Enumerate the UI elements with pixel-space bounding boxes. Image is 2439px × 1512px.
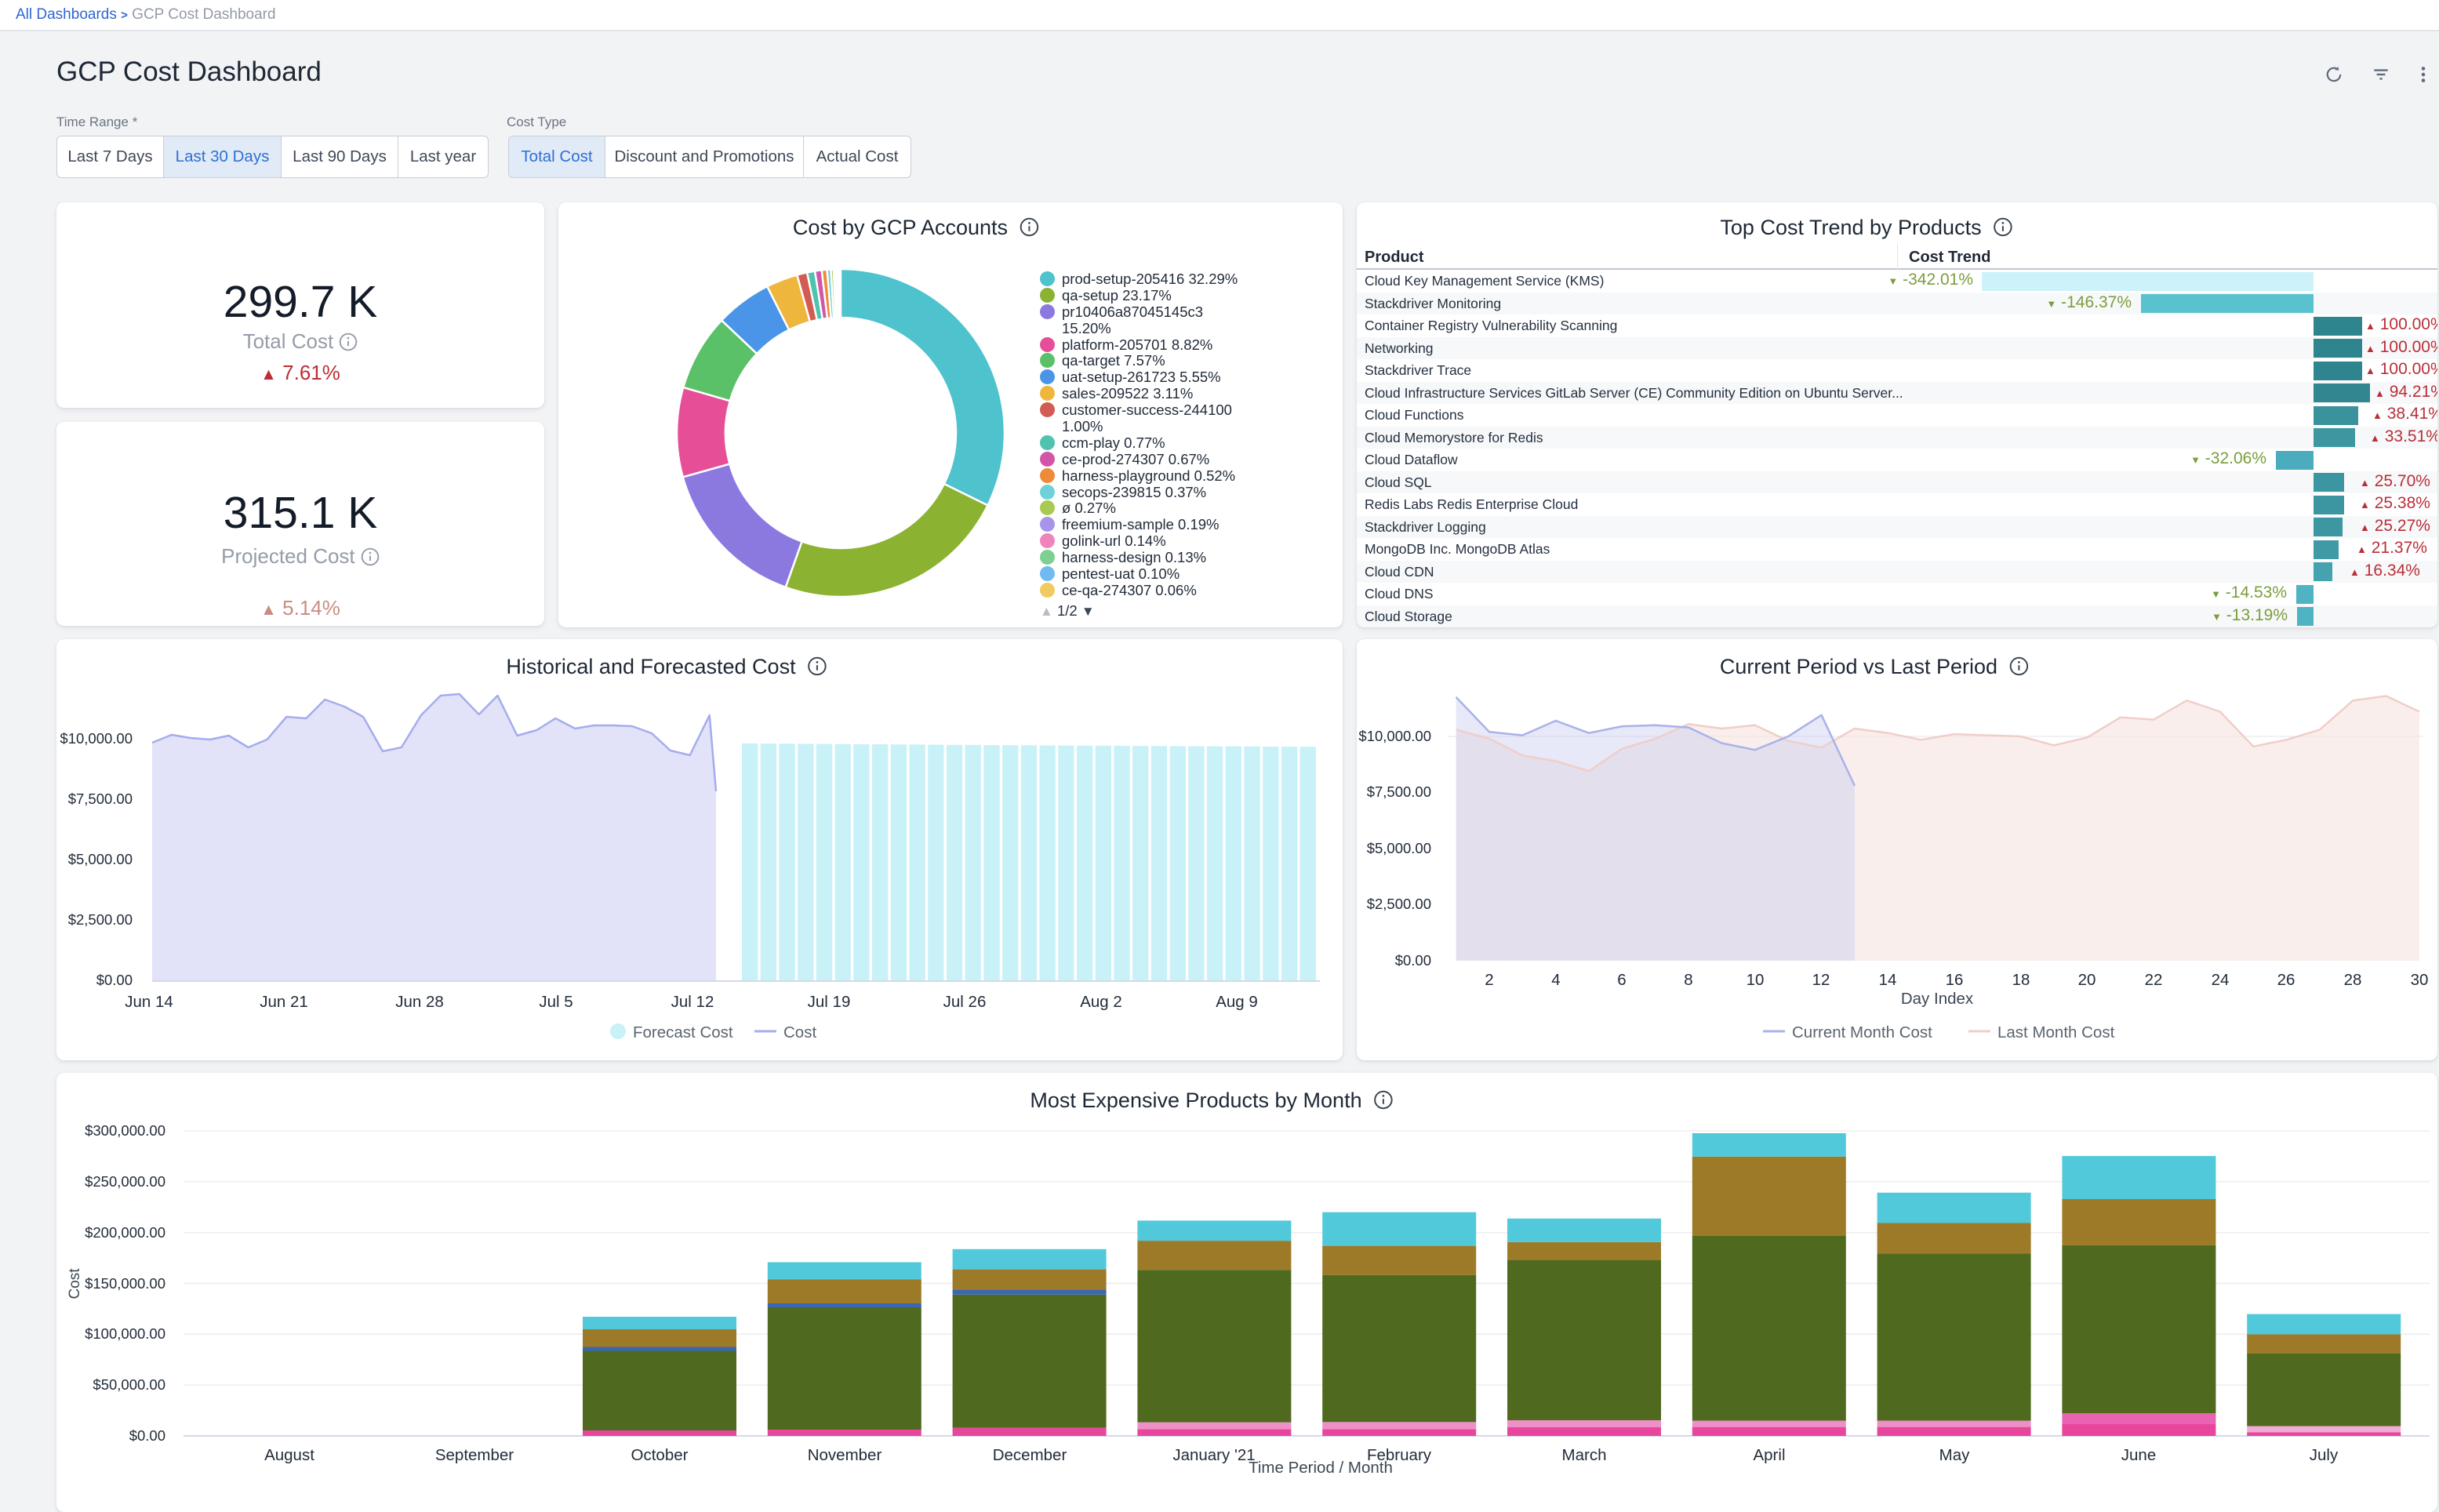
svg-text:June: June — [2121, 1446, 2156, 1464]
svg-text:Forecast Cost: Forecast Cost — [633, 1023, 733, 1041]
svg-text:Last Month Cost: Last Month Cost — [1997, 1023, 2115, 1041]
svg-text:Day Index: Day Index — [1901, 990, 1974, 1008]
svg-text:22: 22 — [2145, 971, 2163, 989]
svg-text:16: 16 — [1946, 971, 1964, 989]
svg-text:December: December — [993, 1446, 1067, 1464]
svg-text:$2,500.00: $2,500.00 — [68, 911, 133, 928]
svg-text:$300,000.00: $300,000.00 — [85, 1122, 165, 1139]
svg-text:September: September — [435, 1446, 514, 1464]
svg-text:20: 20 — [2078, 971, 2096, 989]
svg-text:May: May — [1939, 1446, 1970, 1464]
svg-text:26: 26 — [2277, 971, 2295, 989]
svg-text:$250,000.00: $250,000.00 — [85, 1173, 165, 1190]
svg-text:$150,000.00: $150,000.00 — [85, 1275, 165, 1292]
svg-text:28: 28 — [2344, 971, 2362, 989]
svg-text:$5,000.00: $5,000.00 — [1367, 840, 1431, 856]
svg-text:$5,000.00: $5,000.00 — [68, 851, 133, 867]
svg-text:Jul 5: Jul 5 — [539, 993, 572, 1011]
svg-text:October: October — [631, 1446, 689, 1464]
svg-text:Current Month Cost: Current Month Cost — [1792, 1023, 1932, 1041]
svg-text:$10,000.00: $10,000.00 — [1358, 728, 1431, 744]
svg-text:$10,000.00: $10,000.00 — [60, 730, 133, 747]
svg-text:$0.00: $0.00 — [96, 972, 133, 988]
svg-text:Cost: Cost — [67, 1268, 83, 1299]
svg-text:August: August — [264, 1446, 314, 1464]
svg-text:8: 8 — [1684, 971, 1692, 989]
svg-text:Cost: Cost — [783, 1023, 816, 1041]
svg-text:30: 30 — [2411, 971, 2429, 989]
svg-text:Aug 9: Aug 9 — [1216, 993, 1258, 1011]
svg-text:10: 10 — [1747, 971, 1765, 989]
svg-text:April: April — [1753, 1446, 1785, 1464]
svg-text:$0.00: $0.00 — [1395, 952, 1431, 969]
svg-text:November: November — [808, 1446, 882, 1464]
svg-text:14: 14 — [1879, 971, 1897, 989]
svg-text:$100,000.00: $100,000.00 — [85, 1325, 165, 1342]
svg-text:January '21: January '21 — [1172, 1446, 1255, 1464]
svg-text:6: 6 — [1617, 971, 1626, 989]
svg-text:Jun 14: Jun 14 — [125, 993, 173, 1011]
svg-text:2: 2 — [1485, 971, 1493, 989]
svg-text:July: July — [2310, 1446, 2339, 1464]
svg-text:24: 24 — [2212, 971, 2230, 989]
svg-text:Jun 21: Jun 21 — [260, 993, 308, 1011]
svg-text:Jun 28: Jun 28 — [395, 993, 444, 1011]
svg-text:$7,500.00: $7,500.00 — [68, 791, 133, 807]
svg-text:Jul 12: Jul 12 — [671, 993, 714, 1011]
svg-text:March: March — [1562, 1446, 1607, 1464]
svg-text:$0.00: $0.00 — [129, 1427, 165, 1444]
svg-text:4: 4 — [1551, 971, 1560, 989]
svg-text:18: 18 — [2012, 971, 2030, 989]
svg-text:$2,500.00: $2,500.00 — [1367, 896, 1431, 912]
svg-text:$7,500.00: $7,500.00 — [1367, 783, 1431, 800]
svg-text:$50,000.00: $50,000.00 — [93, 1376, 165, 1393]
svg-text:12: 12 — [1812, 971, 1830, 989]
svg-text:Aug 2: Aug 2 — [1080, 993, 1122, 1011]
svg-text:$200,000.00: $200,000.00 — [85, 1224, 165, 1241]
svg-text:Jul 19: Jul 19 — [808, 993, 851, 1011]
svg-text:Jul 26: Jul 26 — [943, 993, 987, 1011]
